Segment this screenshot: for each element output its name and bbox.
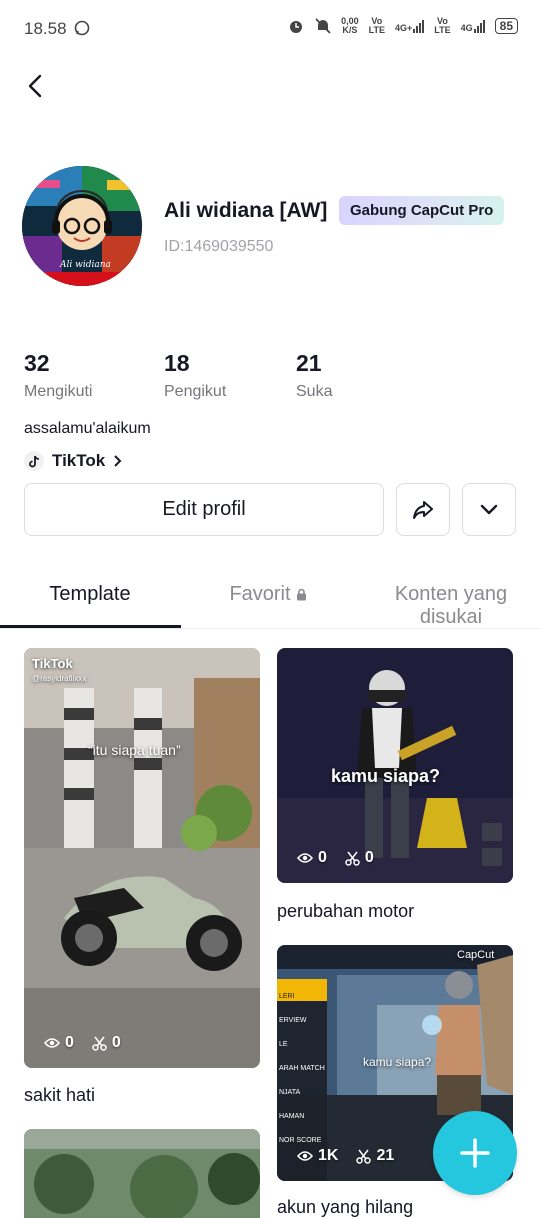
overlay-caption: kamu siapa? xyxy=(331,766,441,786)
alarm-icon xyxy=(290,21,303,33)
share-profile-button[interactable] xyxy=(396,483,450,536)
template-card[interactable]: kamu siapa? 0 0 xyxy=(277,648,513,883)
uses-count: 0 xyxy=(345,849,374,867)
signal-2: 4G xyxy=(461,19,485,33)
stat-likes[interactable]: 21 Suka xyxy=(296,350,332,401)
user-id: ID:1469039550 xyxy=(164,238,274,255)
overlay-caption: “itu siapa tuan” xyxy=(88,742,181,758)
signal-bars-icon xyxy=(413,19,425,33)
tiktok-icon xyxy=(24,451,44,471)
tab-favorit[interactable]: Favorit xyxy=(218,583,318,606)
status-time: 18.58 xyxy=(24,19,67,38)
volte-2: Vo LTE xyxy=(434,16,451,35)
template-stats: 0 0 xyxy=(44,1034,121,1052)
template-card[interactable] xyxy=(24,1129,260,1218)
tab-liked-content[interactable]: Konten yang disukai xyxy=(380,583,522,629)
avatar[interactable]: Ali widiana xyxy=(22,166,142,286)
capcut-pro-badge[interactable]: Gabung CapCut Pro xyxy=(339,196,505,225)
template-card[interactable]: TikTok @rasyidrafiixxx “itu siapa tuan” … xyxy=(24,648,260,1068)
game-menu: LERI ERVIEW LE ARAH MATCH NJATA HAMAN NO… xyxy=(279,993,325,1144)
tab-template[interactable]: Template xyxy=(24,583,156,606)
creator-handle: @rasyidrafiixxx xyxy=(32,674,87,683)
status-bar: 18.58 0,00 K/S Vo LTE 4G+ Vo LTE 4G 85 xyxy=(0,0,540,58)
signal-bars-icon xyxy=(473,19,485,33)
eye-icon xyxy=(44,1038,60,1048)
chevron-right-icon xyxy=(114,455,122,467)
battery-indicator: 85 xyxy=(494,18,518,34)
eye-icon xyxy=(297,1151,313,1161)
avatar-caption: Ali widiana xyxy=(60,260,111,270)
mute-bell-icon xyxy=(315,18,331,34)
scissors-icon xyxy=(356,1149,372,1164)
stat-followers[interactable]: 18 Pengikut xyxy=(164,350,226,401)
tiktok-link-label: TikTok xyxy=(52,451,106,470)
share-icon xyxy=(413,500,433,519)
views-count: 0 xyxy=(297,849,327,867)
capcut-watermark: CapCut xyxy=(457,949,495,961)
template-stats: 1K 21 xyxy=(297,1147,394,1165)
tab-divider xyxy=(0,628,540,629)
overlay-caption: kamu siapa? xyxy=(363,1055,432,1069)
network-speed: 0,00 K/S xyxy=(341,16,359,35)
template-title[interactable]: sakit hati xyxy=(24,1085,95,1106)
template-thumbnail xyxy=(24,1129,260,1218)
profile-name: Ali widiana [AW] xyxy=(164,199,328,222)
chevron-down-icon xyxy=(480,504,498,514)
scissors-icon xyxy=(345,851,360,866)
plus-icon xyxy=(460,1138,490,1168)
more-options-button[interactable] xyxy=(462,483,516,536)
eye-icon xyxy=(297,853,313,863)
signal-1: 4G+ xyxy=(395,19,425,33)
uses-count: 21 xyxy=(356,1147,394,1165)
bio-text: assalamu'alaikum xyxy=(24,420,151,437)
create-button[interactable] xyxy=(433,1111,517,1195)
lock-icon xyxy=(296,588,306,601)
edit-profile-button[interactable]: Edit profil xyxy=(24,483,384,536)
views-count: 1K xyxy=(297,1147,338,1165)
stat-following[interactable]: 32 Mengikuti xyxy=(24,350,92,401)
tiktok-watermark: TikTok xyxy=(32,656,73,671)
scissors-icon xyxy=(92,1036,107,1051)
back-arrow-icon[interactable] xyxy=(22,72,50,100)
template-title[interactable]: akun yang hilang xyxy=(277,1197,413,1218)
tiktok-link[interactable]: TikTok xyxy=(24,451,123,471)
uses-count: 0 xyxy=(92,1034,121,1052)
views-count: 0 xyxy=(44,1034,74,1052)
template-stats: 0 0 xyxy=(297,849,374,867)
template-title[interactable]: perubahan motor xyxy=(277,901,414,922)
volte-1: Vo LTE xyxy=(368,16,386,35)
status-indicators: 0,00 K/S Vo LTE 4G+ Vo LTE 4G 85 xyxy=(287,17,518,35)
whatsapp-icon xyxy=(74,20,90,36)
template-thumbnail xyxy=(24,648,260,1068)
